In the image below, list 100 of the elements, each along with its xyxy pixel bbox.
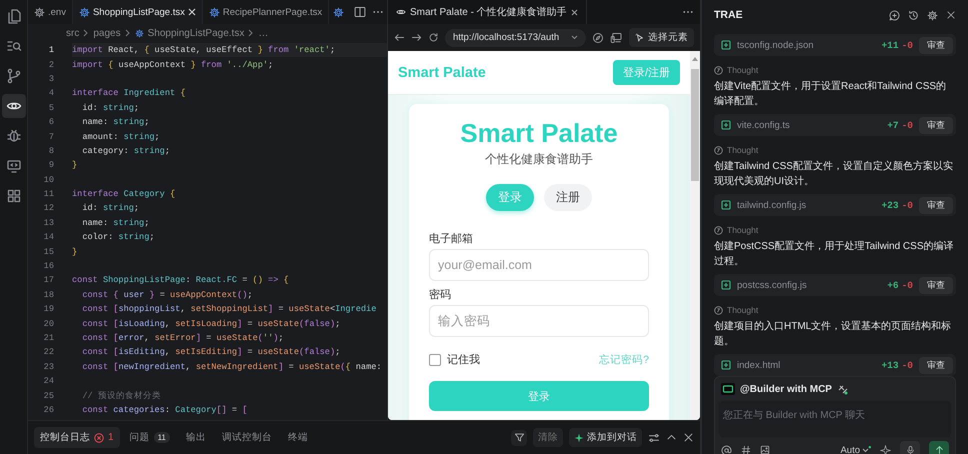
line-number: 22 xyxy=(42,347,55,358)
line-number: 9 xyxy=(48,160,55,170)
line-number: 24 xyxy=(42,376,55,386)
code-line: interface Category { xyxy=(72,188,176,202)
line-number: 8 xyxy=(48,146,55,156)
card-subtitle: 个性化健康食谱助手 xyxy=(485,151,593,168)
code-line: } xyxy=(72,159,78,172)
line-number: 20 xyxy=(42,318,55,329)
code-line: name: string; xyxy=(81,116,150,130)
review-button[interactable]: 审查 xyxy=(919,196,953,214)
breadcrumb-item[interactable]: … xyxy=(258,28,268,38)
line-number: 7 xyxy=(48,132,55,142)
lines-added: +23 xyxy=(881,200,899,210)
thought-label: Thought xyxy=(727,65,758,75)
code-line: category: string; xyxy=(81,144,172,158)
line-number: 1 xyxy=(48,45,55,56)
file-name: index.html xyxy=(737,360,780,370)
line-number: 3 xyxy=(48,74,55,84)
line-number: 21 xyxy=(42,333,55,343)
lines-added: +13 xyxy=(881,360,899,370)
thought-text: 创建PostCSS配置文件，用于处理Tailwind CSS的编译过程。 xyxy=(714,240,954,268)
thought-label: Thought xyxy=(727,145,758,155)
lines-removed: -0 xyxy=(902,200,913,210)
line-number: 14 xyxy=(42,232,55,242)
file-name: tsconfig.node.json xyxy=(737,40,814,50)
review-button[interactable]: 审查 xyxy=(919,116,953,134)
input-field[interactable]: your@email.com xyxy=(429,249,649,281)
code-line: const ShoppingListPage: React.FC = () => { xyxy=(72,274,290,288)
line-number: 15 xyxy=(42,246,55,257)
editor-tab[interactable]: ShoppingListPage.tsx xyxy=(72,0,203,24)
code-line: name: string; xyxy=(81,216,150,230)
address-field[interactable]: http://localhost:5173/auth xyxy=(445,28,586,46)
clear-button[interactable]: 清除 xyxy=(533,428,563,447)
add-to-chat-button[interactable]: 添加到对话 xyxy=(569,428,642,447)
line-number: 11 xyxy=(42,189,55,200)
lines-added: +7 xyxy=(887,120,899,130)
count-badge: 11 xyxy=(154,432,170,443)
editor-tab[interactable]: RecipePlannerPage.tsx xyxy=(202,0,330,24)
code-line: const categories: Category[] = [ xyxy=(81,404,248,417)
code-line: interface Ingredient { xyxy=(72,87,186,100)
code-line: import { useAppContext } from '../App'; xyxy=(72,58,274,72)
file-name: vite.config.ts xyxy=(737,120,790,130)
line-number: 6 xyxy=(48,117,55,128)
line-number: 12 xyxy=(42,203,55,214)
chat-input[interactable]: 您正在与 Builder with MCP 聊天 xyxy=(719,401,951,437)
code-line: const [isEditing, setIsEditing] = useState(false); xyxy=(81,346,342,360)
thought-text: 创建Vite配置文件，用于设置React和Tailwind CSS的编译配置。 xyxy=(714,80,948,108)
panel-tab[interactable]: 终端 xyxy=(282,427,314,448)
review-button[interactable]: 审查 xyxy=(919,356,953,374)
code-line: const [newIngredient, setNewIngredient] = useState({ name: xyxy=(81,360,383,374)
code-line: amount: string; xyxy=(81,130,161,144)
panel-tab[interactable]: 问题 11 xyxy=(124,427,176,448)
thought-label: Thought xyxy=(727,225,758,235)
line-number: 16 xyxy=(42,261,55,272)
code-line: id: string; xyxy=(81,102,140,115)
field-label: 密码 xyxy=(429,288,451,302)
file-name: tailwind.config.js xyxy=(737,200,806,210)
line-number: 23 xyxy=(42,362,55,372)
file-name: postcss.config.js xyxy=(737,280,807,290)
review-button[interactable]: 审查 xyxy=(919,36,953,54)
mode-tab[interactable]: 注册 xyxy=(544,184,592,211)
input-field[interactable]: 输入密码 xyxy=(429,305,649,337)
line-number: 19 xyxy=(42,304,55,314)
review-button[interactable]: 审查 xyxy=(919,276,953,294)
line-number: 17 xyxy=(42,275,55,286)
line-number: 26 xyxy=(42,404,55,415)
lines-removed: -0 xyxy=(902,120,913,130)
error-count: 1 xyxy=(108,432,114,443)
code-line: const [shoppingList, setShoppingList] = useState<Ingredie xyxy=(81,303,378,316)
code-line: // 预设的食材分类 xyxy=(81,390,162,403)
panel-title: TRAE xyxy=(714,9,743,21)
code-line: } xyxy=(72,246,78,259)
breadcrumb-item[interactable]: pages xyxy=(93,28,121,38)
line-number: 13 xyxy=(42,218,55,228)
thought-label: Thought xyxy=(727,305,758,315)
thought-text: 创建Tailwind CSS配置文件，设置自定义颜色方案以实现现代美观的UI设计。 xyxy=(714,160,954,188)
breadcrumb-item[interactable]: ShoppingListPage.tsx xyxy=(148,28,244,38)
code-line: const [error, setError] = useState(''); xyxy=(81,332,285,345)
lines-added: +11 xyxy=(881,40,899,50)
code-line: const { user } = useAppContext(); xyxy=(81,288,254,302)
line-number: 2 xyxy=(48,60,55,70)
line-number: 4 xyxy=(48,88,55,98)
breadcrumb-item[interactable]: src xyxy=(66,28,80,38)
lines-removed: -0 xyxy=(902,360,913,370)
line-number: 18 xyxy=(42,290,55,300)
brand-name: Smart Palate xyxy=(398,64,486,80)
mode-dropdown[interactable]: Auto xyxy=(840,444,871,454)
lines-removed: -0 xyxy=(902,40,913,50)
panel-tab[interactable]: 控制台日志 1 xyxy=(34,427,120,448)
select-element-button[interactable]: 选择元素 xyxy=(629,28,694,47)
lines-removed: -0 xyxy=(902,280,913,290)
code-line: color: string; xyxy=(81,231,156,244)
card-title: Smart Palate xyxy=(460,118,618,149)
line-number: 5 xyxy=(48,102,55,113)
panel-tab[interactable]: 调试控制台 xyxy=(216,427,278,448)
thought-text: 创建项目的入口HTML文件，设置基本的页面结构和标题。 xyxy=(714,320,952,348)
code-line: import React, { useState, useEffect } from 'react'; xyxy=(72,44,336,58)
panel-tab[interactable]: 输出 xyxy=(180,427,212,448)
line-number: 25 xyxy=(42,390,55,401)
field-label: 电子邮箱 xyxy=(429,232,473,246)
